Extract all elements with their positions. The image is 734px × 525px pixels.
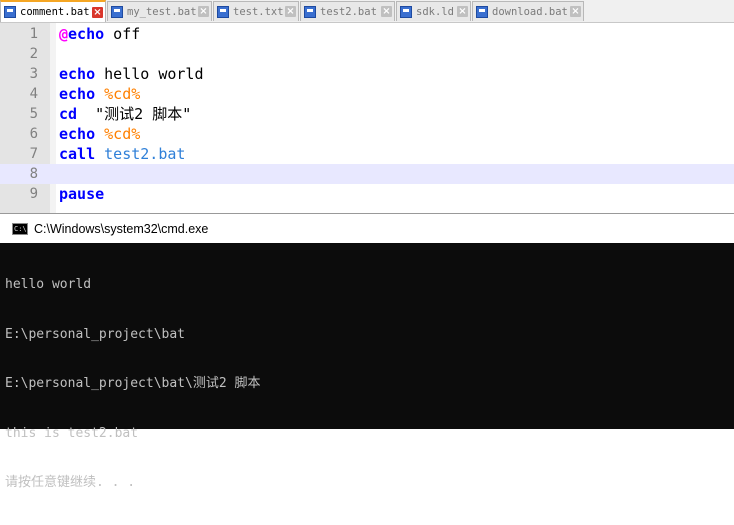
code-token: call xyxy=(59,145,96,163)
code-token: echo xyxy=(59,125,96,143)
console-line: this is test2.bat xyxy=(5,425,139,441)
console-title-bar[interactable]: C:\ C:\Windows\system32\cmd.exe xyxy=(0,214,734,243)
line-number: 9 xyxy=(29,186,38,202)
code-line[interactable]: 1 @echo off xyxy=(0,24,734,44)
line-number: 8 xyxy=(29,166,38,182)
code-line[interactable]: 9 pause xyxy=(0,184,734,204)
tab-my-test-bat[interactable]: my_test.bat × xyxy=(107,1,212,21)
console-line: hello world xyxy=(5,277,92,292)
tab-comment-bat[interactable]: comment.bat × xyxy=(0,0,106,22)
code-line[interactable]: 6 echo %cd% xyxy=(0,124,734,144)
tab-download-bat[interactable]: download.bat × xyxy=(472,1,584,21)
tab-test-txt[interactable]: test.txt × xyxy=(213,1,299,21)
code-text: echo %cd% xyxy=(59,84,140,104)
tab-label: test2.bat xyxy=(320,5,377,18)
close-icon[interactable]: × xyxy=(92,6,103,18)
code-token: %cd% xyxy=(104,85,141,103)
cmd-icon: C:\ xyxy=(12,222,28,235)
line-number: 1 xyxy=(29,26,38,42)
save-disk-icon xyxy=(304,5,316,18)
code-text: cd "测试2 脚本" xyxy=(59,104,191,124)
code-token: hello world xyxy=(95,65,204,83)
code-line[interactable]: 4 echo %cd% xyxy=(0,84,734,104)
tab-label: comment.bat xyxy=(20,6,90,18)
code-line[interactable]: 2 xyxy=(0,44,734,64)
close-icon[interactable]: × xyxy=(198,6,209,17)
code-text: pause xyxy=(59,184,104,204)
code-editor[interactable]: 1 @echo off 2 3 echo hello world 4 echo %cd% 5 c… xyxy=(0,23,734,213)
code-text: call test2.bat xyxy=(59,144,185,164)
tab-label: my_test.bat xyxy=(127,5,196,18)
console-output[interactable]: hello world E:\personal_project\bat E:\p… xyxy=(5,244,734,525)
tab-label: test.txt xyxy=(233,5,283,18)
tab-label: download.bat xyxy=(492,5,568,18)
tab-bar: comment.bat × my_test.bat × test.txt × t… xyxy=(0,0,734,23)
save-disk-icon xyxy=(400,5,412,18)
code-token: "测试2 脚本" xyxy=(77,105,192,123)
code-text: echo hello world xyxy=(59,64,204,84)
code-token: %cd% xyxy=(104,125,141,143)
code-line[interactable]: 5 cd "测试2 脚本" xyxy=(0,104,734,124)
console-title: C:\Windows\system32\cmd.exe xyxy=(34,221,209,236)
line-number: 4 xyxy=(29,86,38,102)
code-text: @echo off xyxy=(59,24,140,44)
tab-label: sdk.ld xyxy=(416,5,454,18)
code-line[interactable]: 3 echo hello world xyxy=(0,64,734,84)
close-icon[interactable]: × xyxy=(457,6,468,17)
line-number: 5 xyxy=(29,106,38,122)
code-line[interactable]: 8 xyxy=(0,164,734,184)
code-token: @ xyxy=(59,25,69,43)
code-text: echo %cd% xyxy=(59,124,140,144)
code-token: echo xyxy=(59,65,96,83)
close-icon[interactable]: × xyxy=(570,6,581,17)
save-disk-icon xyxy=(4,6,16,18)
save-disk-icon xyxy=(111,5,123,18)
code-token: echo xyxy=(68,25,105,43)
console-line: 请按任意键继续. . . xyxy=(5,475,136,490)
save-disk-icon xyxy=(476,5,488,18)
line-number: 7 xyxy=(29,146,38,162)
line-number: 6 xyxy=(29,126,38,142)
console-window: C:\ C:\Windows\system32\cmd.exe hello wo… xyxy=(0,213,734,490)
console-line: E:\personal_project\bat\测试2 脚本 xyxy=(5,376,261,391)
tab-test2-bat[interactable]: test2.bat × xyxy=(300,1,395,21)
close-icon[interactable]: × xyxy=(381,6,392,17)
code-token: off xyxy=(104,25,141,43)
code-token: echo xyxy=(59,85,96,103)
code-token: pause xyxy=(59,185,105,203)
line-number: 3 xyxy=(29,66,38,82)
tab-sdk-ld[interactable]: sdk.ld × xyxy=(396,1,471,21)
code-line[interactable]: 7 call test2.bat xyxy=(0,144,734,164)
save-disk-icon xyxy=(217,5,229,18)
code-token: cd xyxy=(59,105,78,123)
line-number: 2 xyxy=(29,46,38,62)
close-icon[interactable]: × xyxy=(285,6,296,17)
code-token: test2.bat xyxy=(104,145,186,163)
console-line: E:\personal_project\bat xyxy=(5,326,186,342)
